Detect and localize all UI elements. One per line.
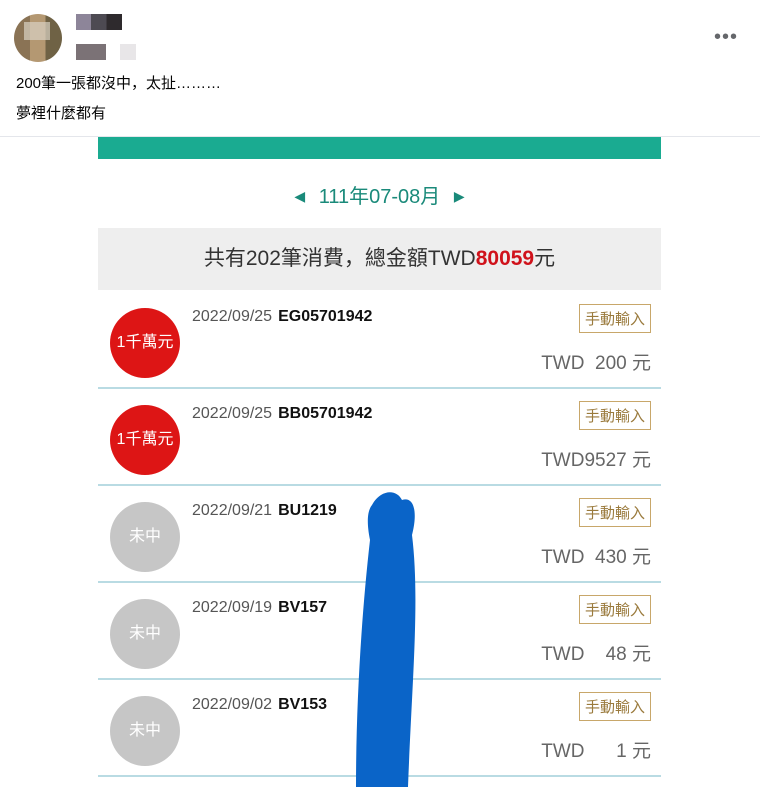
invoice-date: 2022/09/21 [192,502,273,519]
manual-entry-tag: 手動輸入 [578,401,651,430]
post-meta-blurred-2 [120,44,136,60]
post-meta-blurred [76,44,106,60]
invoice-date: 2022/09/25 [192,405,273,422]
summary-bar: 共有202筆消費，總金額TWD80059元 [98,228,661,290]
invoice-amount: TWD 48 元 [541,644,651,665]
invoice-date-line: 2022/09/21 BU1219 [192,502,337,520]
summary-amount: 80059 [475,247,535,270]
invoice-date-line: 2022/09/19 BV157 [192,599,327,617]
invoice-date-line: 2022/09/02 BV153 [192,696,327,714]
invoice-amount: TWD9527 元 [541,450,651,471]
facebook-post-card: ••• 200筆一張都沒中，太扯……… 夢裡什麼都有 ◀ 111年07-08月 … [0,0,760,787]
invoice-row[interactable]: 1千萬元 2022/09/25 EG05701942 手動輸入 TWD 200 元 [98,290,661,389]
author-name-blurred[interactable] [76,14,122,30]
invoice-row[interactable]: 未中 2022/09/19 BV157 手動輸入 TWD 48 元 [98,581,661,680]
prev-month-arrow-icon[interactable]: ◀ [294,188,305,205]
invoice-number: EG05701942 [278,308,373,325]
prize-badge: 1千萬元 [110,308,180,378]
summary-suffix: 元 [534,247,556,270]
post-text-line-2: 夢裡什麼都有 [16,105,107,122]
invoice-date-line: 2022/09/25 BB05701942 [192,405,372,423]
no-prize-badge: 未中 [110,599,180,669]
invoice-row[interactable]: 未中 2022/09/02 BV153 手動輸入 TWD 1 元 [98,678,661,777]
invoice-number: BV157 [278,599,327,616]
invoice-number: BB05701942 [278,405,373,422]
more-options-icon[interactable]: ••• [714,26,738,49]
summary-prefix: 共有202筆消費，總金額TWD [203,247,476,270]
invoice-row[interactable]: 未中 2022/09/21 BU1219 手動輸入 TWD 430 元 [98,484,661,583]
next-month-arrow-icon[interactable]: ▶ [454,188,465,205]
month-navigator: ◀ 111年07-08月 ▶ [98,180,661,209]
avatar[interactable] [14,14,62,62]
app-header-bar [98,136,661,159]
invoice-date-line: 2022/09/25 EG05701942 [192,308,372,326]
post-header: ••• 200筆一張都沒中，太扯……… 夢裡什麼都有 [0,0,760,137]
manual-entry-tag: 手動輸入 [578,595,651,624]
invoice-date: 2022/09/02 [192,696,273,713]
invoice-amount: TWD 430 元 [541,547,651,568]
invoice-app-screenshot: ◀ 111年07-08月 ▶ 共有202筆消費，總金額TWD80059元 1千萬… [98,136,661,787]
month-label: 111年07-08月 [318,186,441,208]
invoice-number: BU1219 [278,502,337,519]
invoice-date: 2022/09/25 [192,308,273,325]
invoice-date: 2022/09/19 [192,599,273,616]
post-text-line-1: 200筆一張都沒中，太扯……… [16,75,222,92]
invoice-number: BV153 [278,696,327,713]
no-prize-badge: 未中 [110,696,180,766]
invoice-amount: TWD 200 元 [541,353,651,374]
invoice-row[interactable]: 1千萬元 2022/09/25 BB05701942 手動輸入 TWD9527 元 [98,387,661,486]
manual-entry-tag: 手動輸入 [578,692,651,721]
manual-entry-tag: 手動輸入 [578,498,651,527]
invoice-amount: TWD 1 元 [541,741,651,762]
prize-badge: 1千萬元 [110,405,180,475]
manual-entry-tag: 手動輸入 [578,304,651,333]
no-prize-badge: 未中 [110,502,180,572]
